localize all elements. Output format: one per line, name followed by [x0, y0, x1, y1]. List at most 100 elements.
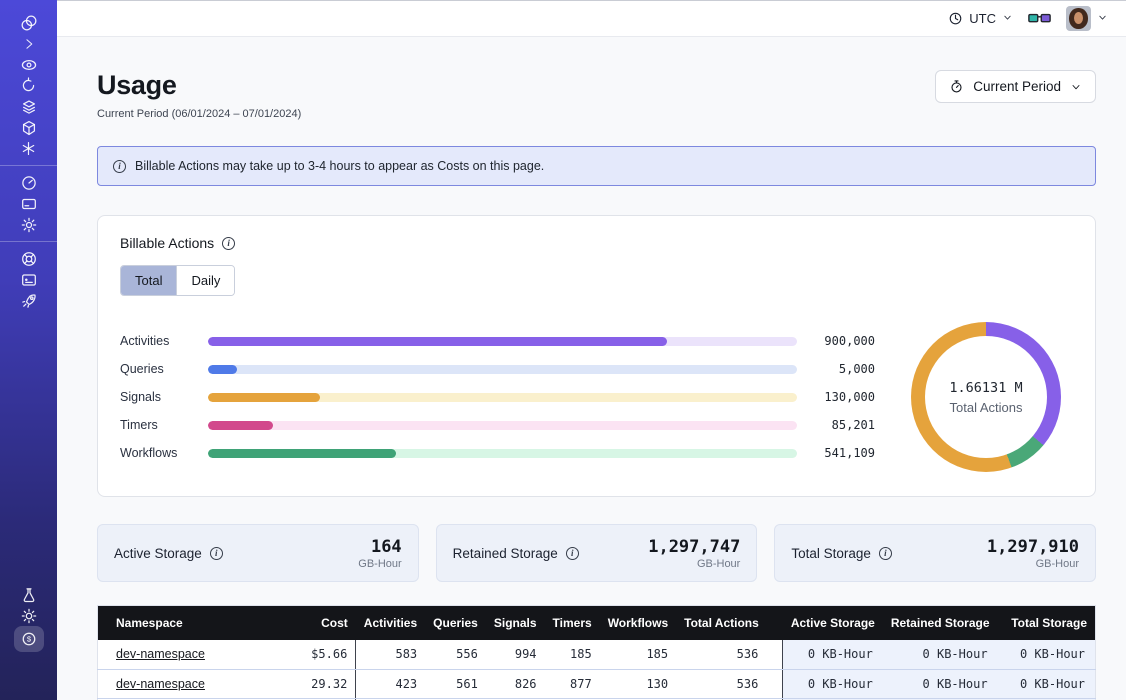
bar-value: 5,000 — [809, 362, 875, 376]
app-root: $ UTC Usage Current Period (06/0 — [0, 0, 1126, 700]
topbar: UTC — [57, 0, 1126, 37]
cell-cost: 29.32 — [292, 669, 355, 698]
namespace-cell: dev-namespace — [98, 640, 293, 669]
info-icon[interactable]: i — [566, 547, 579, 560]
column-header-cost: Cost — [292, 606, 355, 641]
sidebar-divider — [0, 241, 57, 242]
cell-queries: 556 — [425, 640, 486, 669]
cube-icon[interactable] — [12, 117, 46, 138]
column-header-timers: Timers — [545, 606, 600, 641]
temporal-logo-icon[interactable] — [12, 12, 46, 33]
column-header-queries: Queries — [425, 606, 486, 641]
cell-active-storage: 0 KB-Hour — [783, 669, 883, 698]
cell-total-storage: 0 KB-Hour — [998, 640, 1096, 669]
sidebar-divider — [0, 165, 57, 166]
column-header-total-storage: Total Storage — [998, 606, 1096, 641]
donut-total-label: Total Actions — [950, 400, 1023, 415]
tab-daily[interactable]: Daily — [176, 266, 234, 295]
theme-sun-icon[interactable] — [12, 605, 46, 626]
bar-row-activities: Activities900,000 — [120, 327, 875, 355]
svg-text:$: $ — [26, 635, 31, 644]
settings-gear-icon[interactable] — [12, 214, 46, 235]
cell-queries: 561 — [425, 669, 486, 698]
history-arrow-icon[interactable] — [12, 75, 46, 96]
period-selector-button[interactable]: Current Period — [935, 70, 1096, 103]
bar-track — [208, 393, 797, 402]
namespace-link[interactable]: dev-namespace — [116, 647, 205, 661]
account-chevron-down-icon[interactable] — [1097, 10, 1108, 28]
chevron-down-icon — [1002, 11, 1013, 26]
sidebar: $ — [0, 0, 57, 700]
info-icon[interactable]: i — [222, 237, 235, 250]
retained-storage-unit: GB-Hour — [648, 558, 740, 570]
cell-signals: 994 — [486, 640, 545, 669]
bar-label: Queries — [120, 362, 208, 376]
period-selector-label: Current Period — [973, 79, 1061, 94]
total-storage-label: Total Storage — [791, 546, 871, 561]
bar-label: Activities — [120, 334, 208, 348]
cell-timers: 877 — [545, 669, 600, 698]
namespace-link[interactable]: dev-namespace — [116, 677, 205, 691]
column-header-total-actions: Total Actions — [676, 606, 783, 641]
total-storage-card: Total Storage i 1,297,910 GB-Hour — [774, 524, 1096, 582]
cell-workflows: 130 — [600, 669, 676, 698]
info-icon[interactable]: i — [879, 547, 892, 560]
retained-storage-label: Retained Storage — [453, 546, 558, 561]
retained-storage-value: 1,297,747 — [648, 537, 740, 557]
cell-total-storage: 0 KB-Hour — [998, 669, 1096, 698]
table-row: dev-namespace29.324235618268771305360 KB… — [98, 669, 1096, 698]
user-avatar[interactable] — [1066, 6, 1091, 31]
eye-icon[interactable] — [12, 54, 46, 75]
bar-row-workflows: Workflows 541,109 — [120, 439, 875, 467]
total-storage-value: 1,297,910 — [987, 537, 1079, 557]
bar-fill — [208, 421, 273, 430]
chevron-down-icon — [1070, 81, 1082, 93]
donut-total-value: 1.66131 M — [949, 380, 1022, 396]
life-ring-icon[interactable] — [12, 248, 46, 269]
cell-workflows: 185 — [600, 640, 676, 669]
column-header-retained-storage: Retained Storage — [883, 606, 998, 641]
active-storage-label: Active Storage — [114, 546, 202, 561]
info-icon[interactable]: i — [210, 547, 223, 560]
cell-total-actions: 536 — [676, 669, 783, 698]
bar-fill — [208, 365, 237, 374]
cell-activities: 583 — [356, 640, 425, 669]
info-icon: i — [113, 160, 126, 173]
page-subtitle: Current Period (06/01/2024 – 07/01/2024) — [97, 108, 301, 120]
cell-timers: 185 — [545, 640, 600, 669]
bar-track — [208, 365, 797, 374]
active-storage-value: 164 — [358, 537, 401, 557]
bar-fill — [208, 449, 396, 458]
rocket-icon[interactable] — [12, 290, 46, 311]
timezone-label: UTC — [969, 11, 996, 26]
cell-retained-storage: 0 KB-Hour — [883, 669, 998, 698]
retained-storage-card: Retained Storage i 1,297,747 GB-Hour — [436, 524, 758, 582]
cell-retained-storage: 0 KB-Hour — [883, 640, 998, 669]
asterisk-icon[interactable] — [12, 138, 46, 159]
cell-total-actions: 536 — [676, 640, 783, 669]
glasses-icon[interactable] — [1028, 12, 1051, 26]
active-storage-unit: GB-Hour — [358, 558, 401, 570]
bar-value: 541,109 — [809, 446, 875, 460]
column-header-activities: Activities — [356, 606, 425, 641]
total-storage-unit: GB-Hour — [987, 558, 1079, 570]
dollar-coin-icon[interactable]: $ — [14, 626, 44, 652]
timezone-picker[interactable]: UTC — [948, 11, 1013, 26]
billable-actions-title: Billable Actions — [120, 235, 214, 251]
bar-track — [208, 449, 797, 458]
table-body: dev-namespace$5.665835569941851855360 KB… — [98, 640, 1096, 700]
expand-chevron-icon[interactable] — [12, 33, 46, 54]
table-row: dev-namespace$5.665835569941851855360 KB… — [98, 640, 1096, 669]
gauge-icon[interactable] — [12, 172, 46, 193]
bar-label: Workflows — [120, 446, 208, 460]
tab-total[interactable]: Total — [121, 266, 176, 295]
bar-label: Signals — [120, 390, 208, 404]
layers-icon[interactable] — [12, 96, 46, 117]
bar-row-timers: Timers85,201 — [120, 411, 875, 439]
docs-window-icon[interactable] — [12, 269, 46, 290]
column-header-signals: Signals — [486, 606, 545, 641]
billing-card-icon[interactable] — [12, 193, 46, 214]
lab-flask-icon[interactable] — [12, 584, 46, 605]
info-banner-text: Billable Actions may take up to 3-4 hour… — [135, 159, 544, 173]
active-storage-card: Active Storage i 164 GB-Hour — [97, 524, 419, 582]
